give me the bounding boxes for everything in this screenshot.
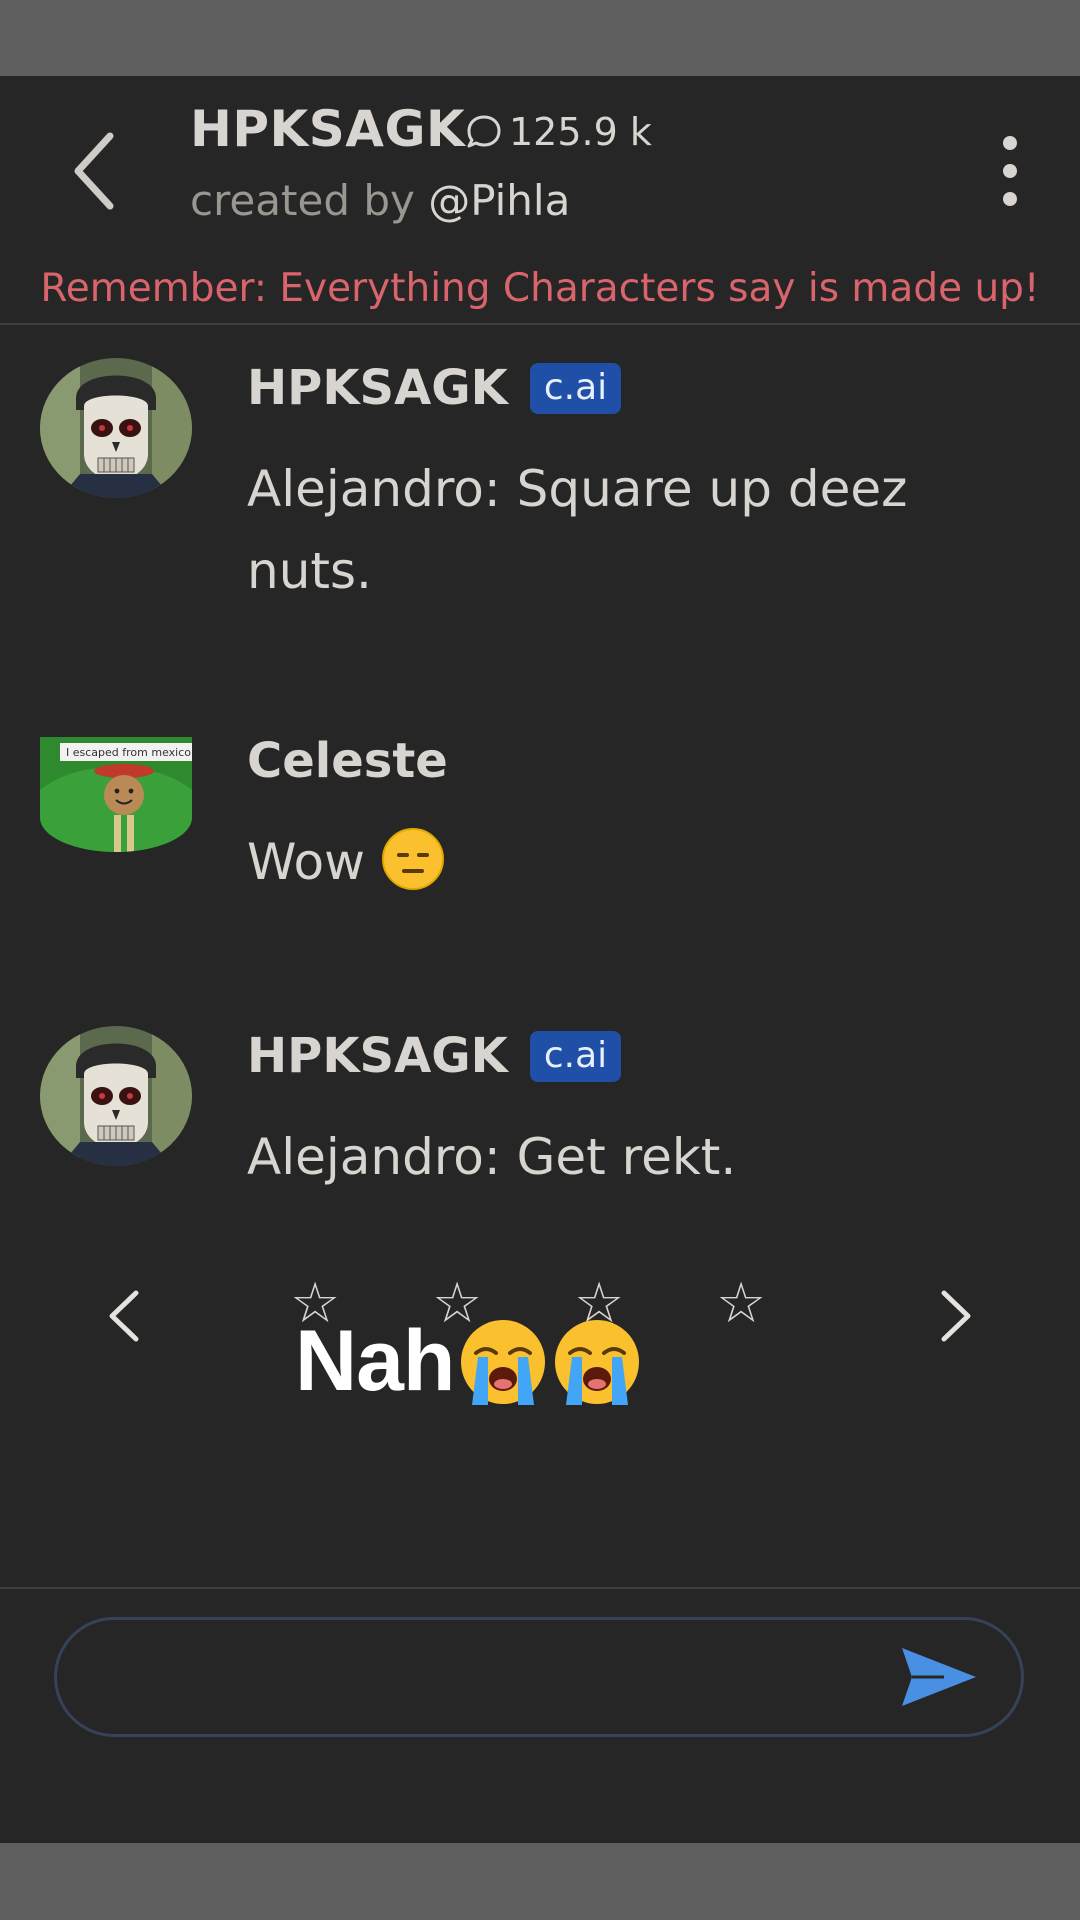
previous-response-button[interactable]: [100, 1281, 150, 1351]
header-divider: [0, 323, 1080, 325]
status-bar: [0, 0, 1080, 76]
overlay-caption-text: Nah: [295, 1313, 455, 1409]
chevron-left-icon: [74, 132, 114, 210]
creator-line: created by @Pihla: [190, 176, 570, 225]
message-author: HPKSAGK c.ai: [247, 360, 622, 416]
next-response-button[interactable]: [930, 1281, 980, 1351]
author-name: HPKSAGK: [247, 1028, 508, 1084]
message-input[interactable]: [97, 1640, 881, 1716]
loudly-crying-face-icon: [461, 1319, 546, 1405]
message-text: Wow: [247, 821, 1007, 903]
expressionless-face-icon: [381, 828, 444, 890]
chat-bubble-icon: [467, 115, 501, 148]
message-text-body: Wow: [247, 833, 365, 891]
creator-handle[interactable]: @Pihla: [428, 176, 570, 225]
created-by-label: created by: [190, 176, 415, 225]
overlay-caption: Nah: [295, 1312, 642, 1411]
more-vertical-icon: [1003, 136, 1017, 206]
avatar[interactable]: [40, 1026, 192, 1166]
loudly-crying-face-icon: [555, 1319, 640, 1405]
chevron-left-icon: [109, 1290, 139, 1342]
message-composer: [54, 1617, 1024, 1737]
message-text: Alejandro: Get rekt.: [247, 1128, 737, 1186]
message-author: Celeste: [247, 733, 448, 789]
chat-count: 125.9 k: [465, 110, 652, 154]
rating-star-4[interactable]: ☆: [716, 1276, 766, 1332]
disclaimer-banner: Remember: Everything Characters say is m…: [40, 266, 1040, 311]
avatar-caption: I escaped from mexico: [66, 746, 191, 759]
composer-divider: [0, 1587, 1080, 1589]
character-avatar-icon: I escaped from mexico: [40, 737, 192, 852]
avatar[interactable]: I escaped from mexico: [40, 737, 192, 852]
cai-badge: c.ai: [529, 362, 622, 414]
avatar[interactable]: [40, 358, 192, 498]
character-name: HPKSAGK: [190, 100, 466, 158]
cai-badge: c.ai: [529, 1030, 622, 1082]
more-options-button[interactable]: [990, 131, 1030, 211]
skull-mask-avatar-icon: [40, 358, 192, 498]
back-button[interactable]: [62, 126, 132, 216]
message-author: HPKSAGK c.ai: [247, 1028, 622, 1084]
navigation-bar: [0, 1843, 1080, 1920]
chat-screen: HPKSAGK 125.9 k created by @Pihla Rememb…: [0, 76, 1080, 1843]
author-name: Celeste: [247, 733, 448, 789]
send-button[interactable]: [898, 1642, 980, 1712]
message-text: Alejandro: Square up deez nuts.: [247, 460, 908, 600]
author-name: HPKSAGK: [247, 360, 508, 416]
chevron-right-icon: [941, 1290, 971, 1342]
skull-mask-avatar-icon: [40, 1026, 192, 1166]
chat-count-value: 125.9 k: [509, 110, 652, 154]
send-icon: [902, 1648, 976, 1706]
